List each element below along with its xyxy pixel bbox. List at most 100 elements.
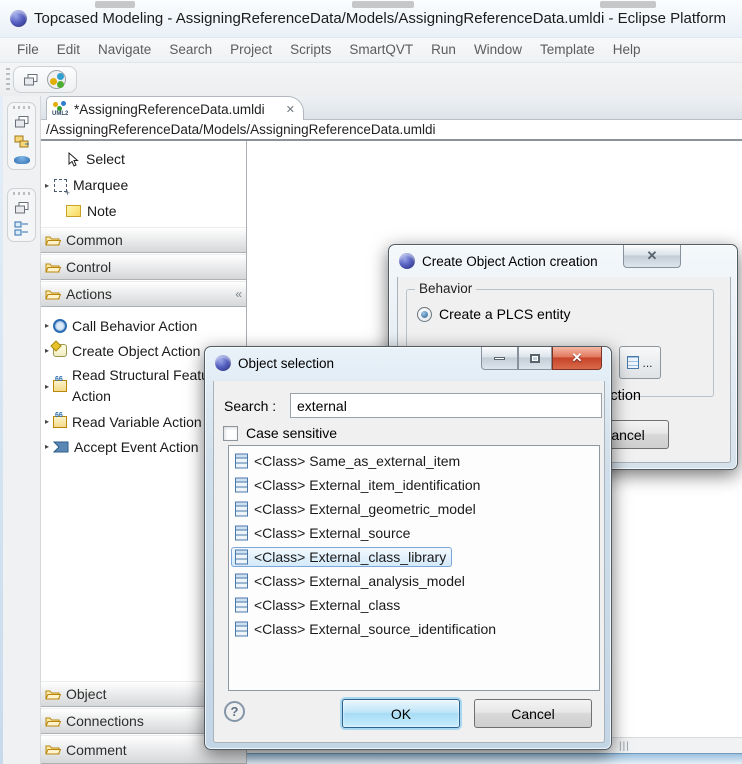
palette-tool-label: Select — [86, 151, 125, 167]
accept-event-action-icon — [53, 441, 69, 453]
case-sensitive-checkbox[interactable] — [223, 426, 238, 441]
list-item[interactable]: <Class> External_class — [231, 593, 597, 617]
read-variable-action-icon — [53, 416, 67, 428]
folder-icon — [45, 234, 61, 247]
toolbar — [0, 63, 742, 96]
palette-drawer-actions[interactable]: Actions « — [41, 281, 246, 307]
class-icon — [235, 525, 248, 541]
browse-button[interactable]: ... — [619, 346, 661, 379]
navigator-icon[interactable] — [14, 156, 30, 164]
class-icon — [235, 621, 248, 637]
rail-drag-handle[interactable] — [13, 106, 31, 109]
rail-drag-handle[interactable] — [13, 192, 31, 195]
menu-file[interactable]: File — [8, 38, 48, 62]
editor-tab[interactable]: UML2 *AssigningReferenceData.umldi ✕ — [46, 96, 304, 121]
class-icon — [235, 453, 248, 469]
behavior-group-label: Behavior — [415, 281, 476, 296]
palette-tool-select[interactable]: Select — [41, 146, 246, 172]
model-tree-icon[interactable] — [14, 135, 30, 149]
expander-icon[interactable]: ▸ — [41, 442, 53, 451]
eclipse-logo-icon — [215, 355, 231, 371]
cancel-button[interactable]: Cancel — [474, 699, 592, 728]
expander-icon[interactable]: ▸ — [41, 382, 53, 391]
list-item[interactable]: <Class> External_analysis_model — [231, 569, 597, 593]
list-icon — [627, 356, 639, 369]
palette-drawer-common[interactable]: Common — [41, 227, 246, 253]
list-item[interactable]: <Class> Same_as_external_item — [231, 449, 597, 473]
menu-project[interactable]: Project — [221, 38, 281, 62]
minimize-button[interactable] — [481, 347, 518, 370]
menu-help[interactable]: Help — [604, 38, 650, 62]
list-item[interactable]: <Class> External_geometric_model — [231, 497, 597, 521]
dialog-titlebar[interactable]: Object selection — [215, 355, 334, 371]
palette-tool-note[interactable]: Note — [41, 198, 246, 224]
list-item[interactable]: <Class> External_source — [231, 521, 597, 545]
expander-icon[interactable]: ▸ — [41, 417, 53, 426]
select-cursor-icon — [67, 152, 80, 167]
expander-icon[interactable]: ▸ — [41, 321, 53, 330]
expander-icon[interactable]: ▸ — [41, 181, 53, 190]
menu-smartqvt[interactable]: SmartQVT — [340, 38, 422, 62]
close-icon: ✕ — [572, 350, 583, 366]
restore-view-icon[interactable] — [15, 202, 29, 214]
help-button[interactable]: ? — [224, 701, 245, 722]
palette-item-call-behavior-action[interactable]: ▸ Call Behavior Action — [41, 313, 246, 338]
class-list[interactable]: <Class> Same_as_external_item <Class> Ex… — [228, 445, 600, 691]
dialog-title: Object selection — [238, 356, 334, 371]
folder-icon — [45, 715, 61, 728]
close-button[interactable]: ✕ — [552, 347, 602, 370]
fast-view-rail — [3, 96, 41, 764]
dialog-titlebar[interactable]: Create Object Action creation — [399, 253, 598, 269]
maximize-button[interactable] — [518, 347, 552, 370]
list-item[interactable]: <Class> External_source_identification — [231, 617, 597, 641]
toolbar-drag-handle[interactable] — [6, 68, 10, 90]
note-icon — [66, 205, 81, 217]
modeling-perspective-icon[interactable] — [47, 70, 66, 89]
window-title: Topcased Modeling - AssigningReferenceDa… — [34, 10, 726, 27]
folder-icon — [45, 288, 61, 301]
marquee-icon — [54, 179, 67, 192]
drawer-pin-icon[interactable]: « — [235, 287, 242, 301]
read-structural-feature-icon — [53, 380, 67, 392]
search-label: Search : — [224, 398, 290, 414]
close-icon: ✕ — [647, 248, 658, 264]
palette-drawer-control[interactable]: Control — [41, 254, 246, 280]
class-icon — [235, 549, 248, 565]
list-item[interactable]: <Class> External_item_identification — [231, 473, 597, 497]
outline-view-icon[interactable] — [14, 221, 30, 236]
minimize-icon — [494, 357, 505, 360]
menu-template[interactable]: Template — [531, 38, 604, 62]
menubar: File Edit Navigate Search Project Script… — [0, 38, 742, 63]
uml2-file-icon: UML2 — [52, 101, 69, 117]
eclipse-window: Topcased Modeling - AssigningReferenceDa… — [0, 0, 742, 764]
radio-label: Create a PLCS entity — [439, 306, 571, 322]
menu-edit[interactable]: Edit — [48, 38, 89, 62]
case-sensitive-label: Case sensitive — [246, 425, 337, 441]
class-icon — [235, 477, 248, 493]
status-strip — [247, 753, 742, 764]
restore-view-icon[interactable] — [15, 116, 29, 128]
palette-tool-marquee[interactable]: ▸ Marquee — [41, 172, 246, 198]
restore-window-icon[interactable] — [24, 74, 38, 86]
close-button[interactable]: ✕ — [623, 245, 681, 268]
ok-button[interactable]: OK — [342, 699, 460, 728]
create-plcs-entity-radio-row[interactable]: Create a PLCS entity — [417, 306, 571, 322]
tab-close-icon[interactable]: ✕ — [286, 103, 295, 116]
scrollbar-grip[interactable]: ||| — [619, 741, 630, 752]
editor-tab-label: *AssigningReferenceData.umldi — [74, 102, 281, 117]
search-input[interactable] — [290, 393, 602, 418]
fast-view-group-structure — [7, 188, 36, 242]
menu-run[interactable]: Run — [422, 38, 465, 62]
list-item-selected[interactable]: <Class> External_class_library — [231, 545, 597, 569]
menu-navigate[interactable]: Navigate — [89, 38, 160, 62]
folder-icon — [45, 261, 61, 274]
class-icon — [235, 501, 248, 517]
menu-search[interactable]: Search — [160, 38, 221, 62]
menu-window[interactable]: Window — [465, 38, 531, 62]
case-sensitive-row[interactable]: Case sensitive — [223, 425, 337, 441]
fast-view-group-outline — [7, 102, 36, 170]
toolbar-group — [13, 66, 77, 93]
radio-selected-icon[interactable] — [417, 307, 432, 322]
eclipse-logo-icon — [10, 10, 27, 27]
menu-scripts[interactable]: Scripts — [281, 38, 340, 62]
